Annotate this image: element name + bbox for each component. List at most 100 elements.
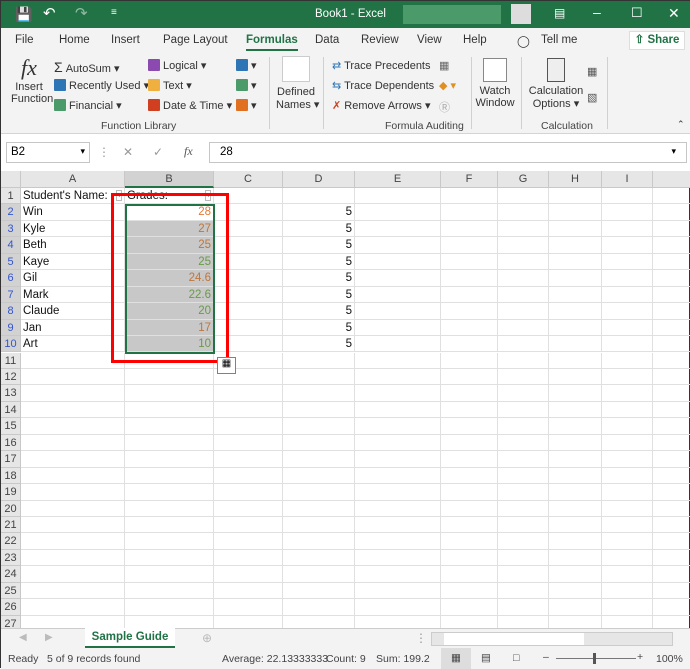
cell[interactable] <box>549 401 602 419</box>
cell[interactable] <box>21 434 125 452</box>
cell[interactable] <box>125 467 214 485</box>
column-header[interactable]: B <box>125 171 214 188</box>
row-header[interactable]: 16 <box>1 434 21 452</box>
cell[interactable] <box>602 549 653 567</box>
cell[interactable] <box>214 451 283 468</box>
cell[interactable] <box>21 467 125 485</box>
cell[interactable] <box>355 270 441 287</box>
cell[interactable] <box>125 451 214 468</box>
cell[interactable]: Claude <box>21 303 125 320</box>
cell[interactable] <box>283 533 355 550</box>
cell[interactable] <box>441 204 498 221</box>
cell[interactable] <box>283 434 355 452</box>
cell[interactable] <box>602 270 653 287</box>
insert-function-icon[interactable]: fx <box>184 144 193 159</box>
cell[interactable]: 5 <box>283 220 355 238</box>
cell[interactable] <box>441 566 498 583</box>
cell[interactable] <box>653 484 690 501</box>
cell[interactable]: 5 <box>283 237 355 254</box>
cell[interactable] <box>549 319 602 337</box>
column-header[interactable]: I <box>602 171 653 188</box>
remove-arrows-button[interactable]: ✗ Remove Arrows ▾ <box>332 99 431 112</box>
cell[interactable] <box>653 287 690 304</box>
zoom-slider-thumb[interactable] <box>593 653 596 664</box>
cell[interactable] <box>498 533 549 550</box>
save-icon[interactable]: 💾 <box>15 6 32 23</box>
cell[interactable] <box>441 303 498 320</box>
cancel-icon[interactable]: ✕ <box>123 145 133 159</box>
cell[interactable] <box>125 566 214 583</box>
cell[interactable] <box>283 599 355 616</box>
splitter-handle[interactable]: ⋮ <box>415 631 427 645</box>
cell[interactable] <box>602 582 653 600</box>
cell[interactable] <box>441 517 498 534</box>
cell[interactable] <box>602 303 653 320</box>
cell[interactable] <box>125 549 214 567</box>
cell[interactable] <box>653 501 690 517</box>
cell[interactable] <box>283 352 355 369</box>
maximize-button[interactable]: ☐ <box>631 5 643 21</box>
cell[interactable] <box>653 583 690 600</box>
tell-me-search[interactable]: Tell me <box>541 34 577 46</box>
cell[interactable] <box>653 468 690 485</box>
cell[interactable] <box>355 253 441 271</box>
cell[interactable] <box>549 434 602 452</box>
cell[interactable] <box>498 401 549 419</box>
cell[interactable] <box>498 566 549 583</box>
tab-insert[interactable]: Insert <box>111 34 140 46</box>
text-button[interactable]: Text ▾ <box>148 79 192 92</box>
cell[interactable] <box>441 385 498 402</box>
cell[interactable] <box>355 599 441 616</box>
cell[interactable] <box>549 599 602 616</box>
share-button[interactable]: ⇧ Share <box>629 31 685 50</box>
cell[interactable] <box>653 303 690 320</box>
cell[interactable] <box>21 566 125 583</box>
row-header[interactable]: 4 <box>1 237 21 254</box>
row-header[interactable]: 21 <box>1 517 21 534</box>
cell[interactable] <box>653 237 690 254</box>
cell[interactable] <box>125 500 214 517</box>
row-header[interactable]: 2 <box>1 204 21 221</box>
cell[interactable] <box>441 451 498 468</box>
cell[interactable] <box>214 467 283 485</box>
cell[interactable] <box>602 336 653 353</box>
column-header[interactable]: F <box>441 171 498 188</box>
cell[interactable] <box>21 549 125 567</box>
cell[interactable] <box>355 352 441 369</box>
row-header[interactable]: 8 <box>1 303 21 320</box>
cell[interactable] <box>441 533 498 550</box>
cell[interactable] <box>214 500 283 517</box>
undo-icon[interactable]: ↶ <box>43 4 56 22</box>
cell[interactable] <box>602 599 653 616</box>
cell[interactable] <box>125 582 214 600</box>
cell[interactable] <box>441 220 498 238</box>
tab-page-layout[interactable]: Page Layout <box>163 34 228 46</box>
trace-dependents-button[interactable]: ⇆ Trace Dependents <box>332 79 434 92</box>
cell[interactable] <box>283 484 355 501</box>
cell[interactable] <box>653 270 690 287</box>
cell[interactable] <box>214 484 283 501</box>
cell[interactable] <box>441 418 498 435</box>
cell[interactable] <box>125 434 214 452</box>
cell[interactable] <box>125 599 214 616</box>
cell[interactable] <box>441 319 498 337</box>
cell[interactable] <box>549 500 602 517</box>
cell[interactable] <box>653 533 690 550</box>
cell[interactable]: Beth <box>21 237 125 254</box>
cell[interactable] <box>283 549 355 567</box>
cell[interactable]: Win <box>21 204 125 221</box>
row-header[interactable]: 14 <box>1 401 21 419</box>
cell[interactable] <box>549 385 602 402</box>
cell[interactable] <box>21 484 125 501</box>
scroll-left-icon[interactable]: ◀ <box>19 632 27 643</box>
cell[interactable] <box>602 237 653 254</box>
collapse-ribbon-icon[interactable]: ⌃ <box>677 119 685 130</box>
cell[interactable] <box>498 517 549 534</box>
row-header[interactable]: 5 <box>1 253 21 271</box>
cell[interactable] <box>653 550 690 567</box>
cell[interactable] <box>549 253 602 271</box>
evaluate-formula-icon[interactable]: Ⓡ <box>439 99 450 115</box>
cell[interactable] <box>441 582 498 600</box>
calculate-sheet-icon[interactable]: ▧ <box>587 91 597 104</box>
cell[interactable] <box>355 582 441 600</box>
